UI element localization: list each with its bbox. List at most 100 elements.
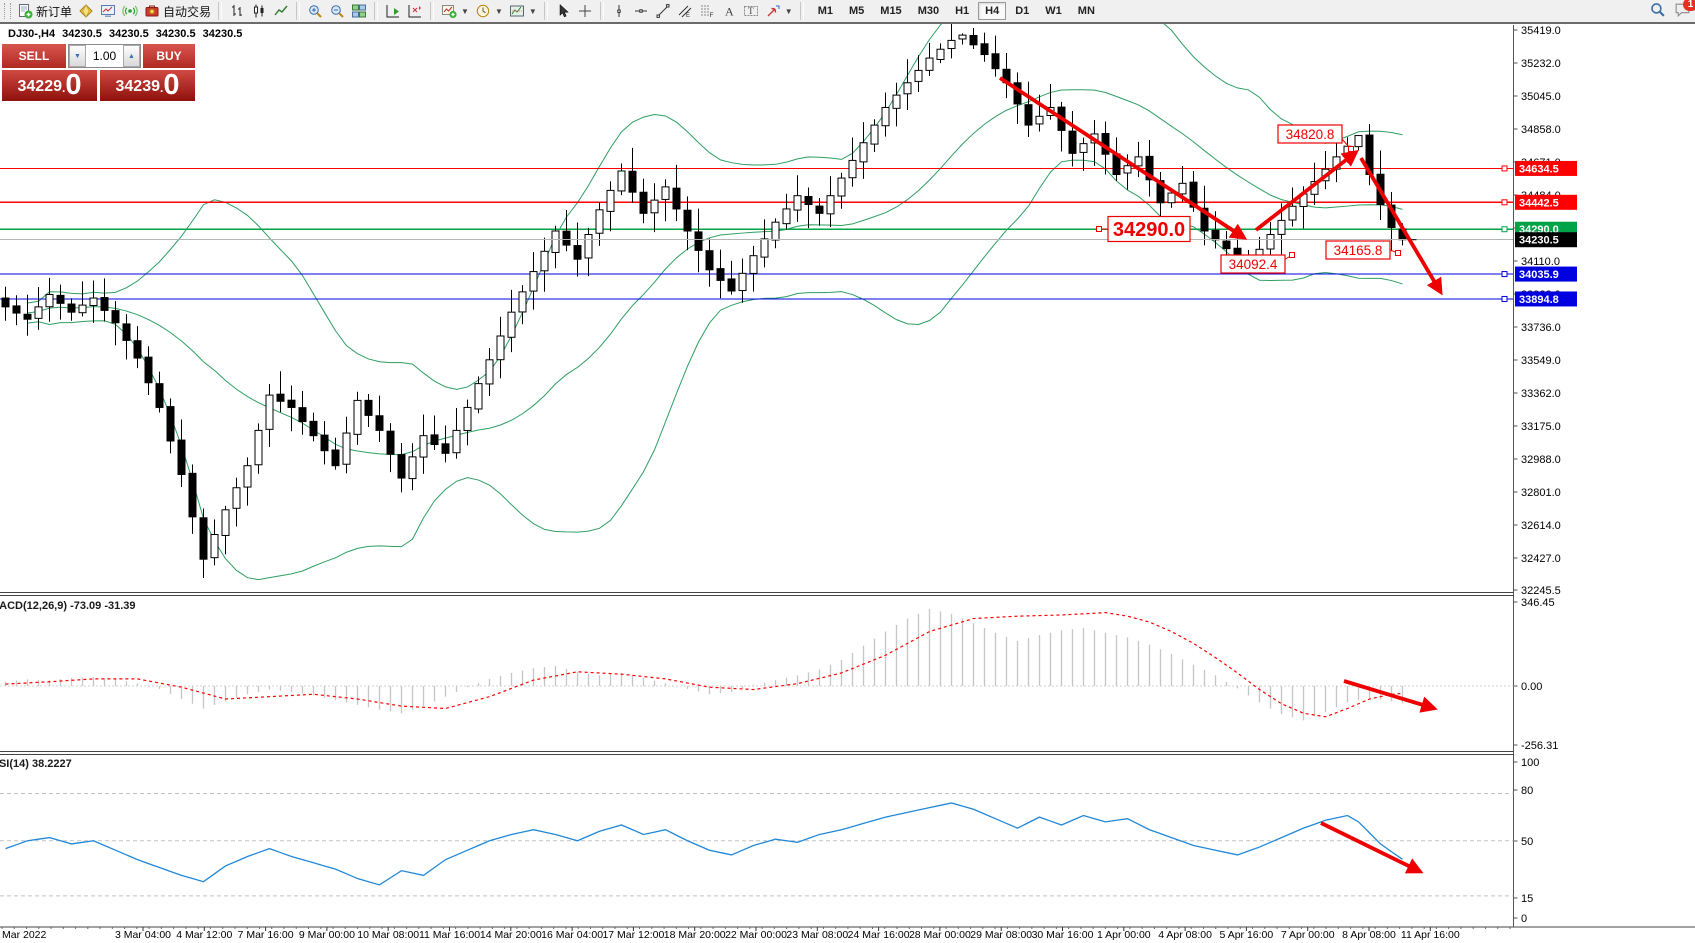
trend-arrow[interactable] [1000,78,1243,237]
timeframe-m5[interactable]: M5 [842,2,871,20]
line-chart-icon [273,3,289,19]
shapes-button[interactable]: ▼ [762,1,796,21]
volume-increase-button[interactable]: ▲ [123,45,140,67]
macd-pane: 346.450.00-256.31 [0,597,1558,752]
quotes-button[interactable] [75,1,97,21]
hline-button[interactable] [630,1,652,21]
timeframe-m1[interactable]: M1 [811,2,840,20]
toolbar-grip[interactable] [4,3,11,19]
gem-icon [78,3,94,19]
candle-body [266,395,273,429]
candle-body [552,231,559,252]
zoom-out-button[interactable] [326,1,348,21]
macd-axis-label: 346.45 [1521,597,1555,609]
annotation-handle[interactable] [1290,253,1295,258]
new-order-icon [17,3,33,19]
toolbar-separator [374,2,378,20]
line-handle[interactable] [1502,200,1507,205]
tile-windows-button[interactable] [348,1,370,21]
autotrade-button[interactable]: 自动交易 [141,1,214,21]
timeframe-m15[interactable]: M15 [873,2,908,20]
volume-input[interactable]: 1.00 [86,45,123,67]
timeframe-w1[interactable]: W1 [1038,2,1069,20]
timeframe-d1[interactable]: D1 [1008,2,1036,20]
candle-body [728,279,735,291]
zoom-in-button[interactable] [304,1,326,21]
channel-button[interactable]: E [674,1,696,21]
candle-body [398,455,405,478]
price-label-text: 34442.5 [1519,197,1559,209]
volume-decrease-button[interactable]: ▼ [69,45,86,67]
trend-arrow[interactable] [1361,158,1440,291]
timeframe-h1[interactable]: H1 [948,2,976,20]
bar-chart-button[interactable] [226,1,248,21]
candle-body [321,435,328,451]
dropdown-arrow-icon[interactable]: ▼ [495,7,503,16]
trend-arrow[interactable] [1256,153,1355,230]
dropdown-arrow-icon[interactable]: ▼ [529,7,537,16]
candle-body [354,400,361,434]
search-icon[interactable] [1649,1,1666,23]
auto-scroll-button[interactable] [382,1,404,21]
candlestick-button[interactable] [248,1,270,21]
sell-button[interactable]: SELL [2,44,68,68]
vline-button[interactable] [608,1,630,21]
candle-body [101,298,108,311]
candle-body [519,292,526,312]
candle-body [24,314,31,319]
autotrade-icon [144,3,160,19]
chat-icon[interactable]: 1 [1674,1,1691,23]
text-button[interactable]: A [718,1,740,21]
date-label: 10 Mar 08:00 [357,929,419,941]
bollinger-middle [28,90,1403,455]
clock-icon [475,3,491,19]
trendline-button[interactable] [652,1,674,21]
chart-area[interactable]: 35419.035232.035045.034858.034671.034484… [0,0,1695,943]
axis-tick-label: 32427.0 [1521,553,1561,565]
macd-label: MACD(12,26,9) -73.09 -31.39 [0,600,136,612]
date-label: 29 Mar 08:00 [970,929,1032,941]
annotation-handle[interactable] [1097,227,1102,232]
signals-button[interactable] [119,1,141,21]
timeframe-h4[interactable]: H4 [978,2,1006,20]
line-handle[interactable] [1502,272,1507,277]
indicators-button[interactable]: ▼ [438,1,472,21]
terminal-button[interactable] [97,1,119,21]
trading-terminal-window: 新订单自动交易▼▼▼EFAT▼ M1M5M15M30H1H4D1W1MN 1 D… [0,0,1695,943]
line-chart-button[interactable] [270,1,292,21]
line-handle[interactable] [1502,296,1507,301]
buy-price-button[interactable]: 34239.0 [100,70,195,101]
templates-button[interactable]: ▼ [506,1,540,21]
timeframe-mn[interactable]: MN [1071,2,1102,20]
chart-shift-button[interactable] [404,1,426,21]
annotation-handle[interactable] [1349,147,1354,152]
timeframe-m30[interactable]: M30 [911,2,946,20]
fibo-button[interactable]: F [696,1,718,21]
candle-body [123,324,130,340]
date-label: 4 Apr 08:00 [1158,929,1212,941]
date-label: 23 Mar 08:00 [786,929,848,941]
candle-body [57,295,64,303]
new-order-button[interactable]: 新订单 [14,1,75,21]
ohlc-low: 34230.5 [156,28,196,40]
candle-body [970,36,977,45]
label-button[interactable]: T [740,1,762,21]
rsi-axis-label: 80 [1521,785,1533,797]
date-label: 1 Apr 00:00 [1097,929,1151,941]
trend-arrow[interactable] [1321,823,1419,871]
text-icon: A [721,3,737,19]
sell-price-button[interactable]: 34229.0 [2,70,97,101]
annotation-handle[interactable] [1396,251,1401,256]
line-handle[interactable] [1502,227,1507,232]
cursor-button[interactable] [552,1,574,21]
buy-button[interactable]: BUY [141,44,195,68]
periods-button[interactable]: ▼ [472,1,506,21]
candle-body [882,107,889,125]
line-handle[interactable] [1502,166,1507,171]
crosshair-button[interactable] [574,1,596,21]
dropdown-arrow-icon[interactable]: ▼ [785,7,793,16]
axis-tick-label: 35419.0 [1521,25,1561,37]
dropdown-arrow-icon[interactable]: ▼ [461,7,469,16]
hline-icon [633,3,649,19]
candle-body [299,408,306,422]
